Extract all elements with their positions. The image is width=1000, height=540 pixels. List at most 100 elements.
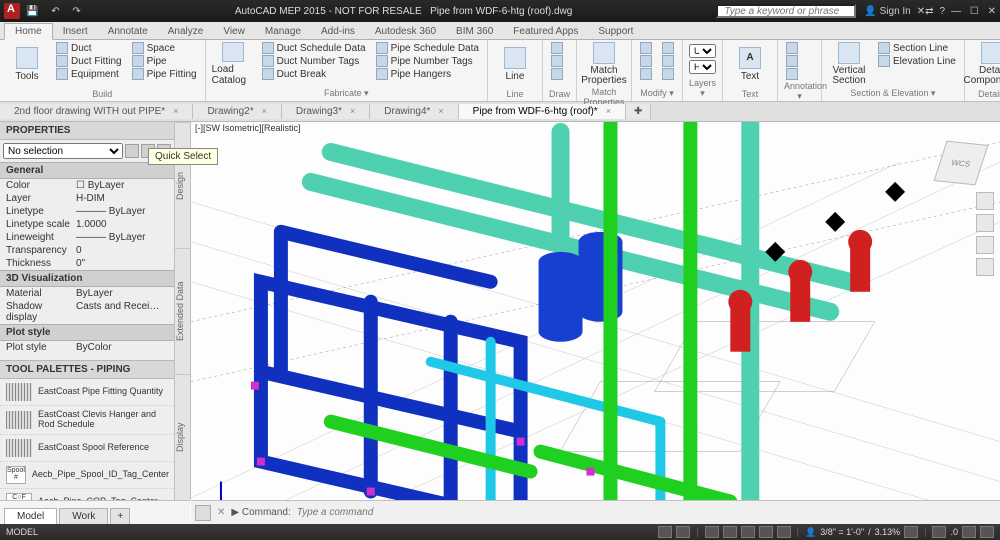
palette-item[interactable]: EastCoast Clevis Hanger and Rod Schedule [0,406,174,435]
zoom-icon[interactable] [976,236,994,254]
person-icon[interactable]: 👤 [805,527,816,538]
orbit-icon[interactable] [976,258,994,276]
rotate-button[interactable] [660,42,676,54]
new-doc-tab[interactable]: ✚ [626,104,651,119]
work-tab[interactable]: Work [59,508,108,524]
steering-wheel-icon[interactable] [976,192,994,210]
space-button[interactable]: Space [130,42,199,54]
pipe-number-tags-button[interactable]: Pipe Number Tags [374,55,481,67]
lineweight-value[interactable]: ——— ByLayer [76,232,168,243]
scale-button[interactable] [660,68,676,80]
pipe-button[interactable]: Pipe [130,55,199,67]
duct-fitting-button[interactable]: Duct Fitting [54,55,124,67]
equipment-button[interactable]: Equipment [54,68,124,80]
doc-tab[interactable]: Drawing4*× [370,104,458,119]
pan-icon[interactable] [976,214,994,232]
pipe-fitting-button[interactable]: Pipe Fitting [130,68,199,80]
draw-tool-1[interactable] [549,42,565,54]
close-icon[interactable]: × [606,106,611,116]
close-icon[interactable]: × [173,106,178,116]
duct-break-button[interactable]: Duct Break [260,68,368,80]
leader-button[interactable] [784,55,800,67]
doc-tab-active[interactable]: Pipe from WDF-6-htg (roof)*× [459,104,626,119]
ribbon-tab-annotate[interactable]: Annotate [98,24,158,39]
stretch-button[interactable] [638,68,654,80]
grid-toggle-icon[interactable] [658,526,672,538]
customize-icon[interactable] [980,526,994,538]
side-tab[interactable]: Design [175,122,190,248]
match-properties-button[interactable]: Match Properties [583,42,625,86]
ribbon-tab-addins[interactable]: Add-ins [311,24,365,39]
dimension-button[interactable] [784,42,800,54]
transparency-value[interactable]: 0 [76,245,168,256]
annotation-scale[interactable]: 3/8" = 1'-0" [820,527,864,537]
pipe-hangers-button[interactable]: Pipe Hangers [374,68,481,80]
line-button[interactable]: Line [494,42,536,86]
ribbon-tab-autodesk360[interactable]: Autodesk 360 [365,24,446,39]
close-icon[interactable]: × [262,106,267,116]
command-close-icon[interactable]: ✕ [217,507,225,518]
ribbon-tab-view[interactable]: View [213,24,255,39]
ribbon-tab-support[interactable]: Support [588,24,643,39]
draw-tool-3[interactable] [549,68,565,80]
doc-tab[interactable]: Drawing3*× [282,104,370,119]
drawing-canvas[interactable]: [-][SW Isometric][Realistic] [191,122,1000,524]
plotstyle-value[interactable]: ByColor [76,342,168,353]
pipe-schedule-button[interactable]: Pipe Schedule Data [374,42,481,54]
app-logo[interactable] [4,3,20,19]
text-button[interactable]: AText [729,42,771,86]
color-value[interactable]: ☐ ByLayer [76,180,168,191]
doc-tab[interactable]: 2nd floor drawing WITH out PIPE*× [0,104,193,119]
palette-item[interactable]: Spool #Aecb_Pipe_Spool_ID_Tag_Center [0,462,174,489]
doc-tab[interactable]: Drawing2*× [193,104,281,119]
dyn-input-toggle-icon[interactable] [777,526,791,538]
maximize-button[interactable]: ☐ [970,6,979,17]
mirror-button[interactable] [660,55,676,67]
thickness-value[interactable]: 0" [76,258,168,269]
ribbon-tab-featured[interactable]: Featured Apps [503,24,588,39]
model-tab[interactable]: Model [4,508,57,524]
vertical-section-button[interactable]: Vertical Section [828,42,870,86]
close-button[interactable]: ✕ [988,6,996,17]
ribbon-tab-manage[interactable]: Manage [255,24,311,39]
palette-item[interactable]: EastCoast Spool Reference [0,435,174,462]
command-menu-icon[interactable] [195,505,211,521]
current-layer-dropdown[interactable]: H-DIM [689,60,716,74]
decimal-display[interactable]: .0 [950,527,958,537]
close-icon[interactable]: × [350,106,355,116]
material-value[interactable]: ByLayer [76,288,168,299]
table-button[interactable] [784,68,800,80]
elevation-line-button[interactable]: Elevation Line [876,55,958,67]
side-tab[interactable]: Extended Data [175,248,190,374]
ribbon-tab-insert[interactable]: Insert [53,24,98,39]
workspace-switch-icon[interactable] [932,526,946,538]
command-input[interactable] [297,507,996,518]
command-line[interactable]: ✕ ▶ Command: [191,500,1000,524]
toggle-pickadd-icon[interactable] [125,144,139,158]
copy-button[interactable] [638,55,654,67]
ribbon-tab-bim360[interactable]: BIM 360 [446,24,503,39]
clean-screen-icon[interactable] [962,526,976,538]
add-layout-tab[interactable]: + [110,508,130,524]
help-search-input[interactable] [716,4,856,18]
ltscale-value[interactable]: 1.0000 [76,219,168,230]
duct-number-tags-button[interactable]: Duct Number Tags [260,55,368,67]
gear-icon[interactable] [904,526,918,538]
ortho-toggle-icon[interactable] [705,526,719,538]
section-line-button[interactable]: Section Line [876,42,958,54]
move-button[interactable] [638,42,654,54]
detail-components-button[interactable]: Detail Components [971,42,1000,86]
qat-redo-icon[interactable]: ↷ [72,6,80,17]
polar-toggle-icon[interactable] [723,526,737,538]
linetype-value[interactable]: ——— ByLayer [76,206,168,217]
osnap-toggle-icon[interactable] [741,526,755,538]
zoom-level[interactable]: 3.13% [875,527,901,537]
close-icon[interactable]: × [438,106,443,116]
qat-undo-icon[interactable]: ↶ [51,6,59,17]
qat-save-icon[interactable]: 💾 [26,6,38,17]
draw-tool-2[interactable] [549,55,565,67]
snap-toggle-icon[interactable] [676,526,690,538]
exchange-icon[interactable]: ✕⇄ [917,6,934,17]
ribbon-tab-home[interactable]: Home [4,23,53,40]
palette-item[interactable]: EastCoast Pipe Fitting Quantity [0,379,174,406]
